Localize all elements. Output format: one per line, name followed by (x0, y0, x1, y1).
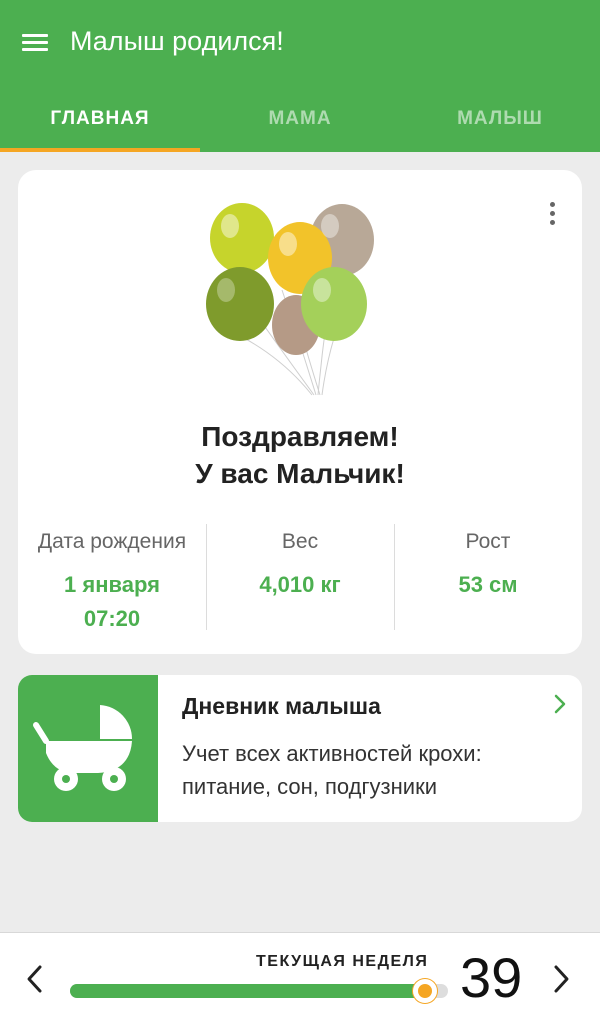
chevron-left-icon[interactable] (22, 961, 46, 997)
stroller-icon (33, 705, 133, 791)
birth-stats: Дата рождения 1 января 07:20 Вес 4,010 к… (18, 522, 582, 634)
birth-date-value: 1 января (64, 572, 160, 597)
birth-time-value: 07:20 (83, 606, 141, 631)
congrats-line-2: У вас Мальчик! (195, 458, 405, 489)
diary-description: Учет всех активностей крохи: питание, со… (182, 741, 482, 799)
week-progress-thumb[interactable] (413, 979, 438, 1003)
stat-weight: Вес 4,010 кг (206, 522, 394, 634)
current-week-number: 39 (460, 946, 523, 1009)
balloons-image (206, 203, 374, 396)
stat-value: 1 января 07:20 (18, 568, 206, 636)
tab-bar: ГЛАВНАЯ МАМА МАЛЫШ (0, 90, 600, 152)
height-value: 53 см (458, 572, 518, 597)
app-bar: Малыш родился! ГЛАВНАЯ МАМА МАЛЫШ (0, 0, 600, 152)
diary-title: Дневник малыша (182, 693, 381, 719)
stat-label: Рост (465, 530, 511, 553)
kebab-icon[interactable] (544, 200, 560, 226)
birth-card: Поздравляем! У вас Мальчик! Дата рождени… (18, 170, 582, 654)
congrats-message: Поздравляем! У вас Мальчик! (18, 418, 582, 492)
app-title: Малыш родился! (70, 26, 284, 56)
tab-baby[interactable]: МАЛЫШ (400, 90, 600, 152)
stat-birth-date: Дата рождения 1 января 07:20 (18, 522, 206, 634)
tab-mama[interactable]: МАМА (200, 90, 400, 152)
baby-diary-card[interactable]: Дневник малыша Учет всех активностей кро… (18, 675, 582, 822)
tab-main[interactable]: ГЛАВНАЯ (0, 90, 200, 152)
week-progress-fill (70, 984, 426, 998)
diary-icon-box (18, 675, 158, 822)
chevron-right-icon[interactable] (550, 961, 574, 997)
weight-value: 4,010 кг (259, 572, 341, 597)
current-week-label: ТЕКУЩАЯ НЕДЕЛЯ (256, 953, 429, 970)
week-progress-slider[interactable] (70, 979, 448, 1003)
congrats-line-1: Поздравляем! (201, 421, 399, 452)
stat-label: Дата рождения (37, 530, 187, 553)
week-bar: ТЕКУЩАЯ НЕДЕЛЯ 39 (0, 932, 600, 1023)
stat-height: Рост 53 см (394, 522, 582, 634)
chevron-right-icon (554, 694, 566, 714)
stat-label: Вес (281, 530, 319, 553)
hamburger-icon[interactable] (20, 28, 50, 58)
